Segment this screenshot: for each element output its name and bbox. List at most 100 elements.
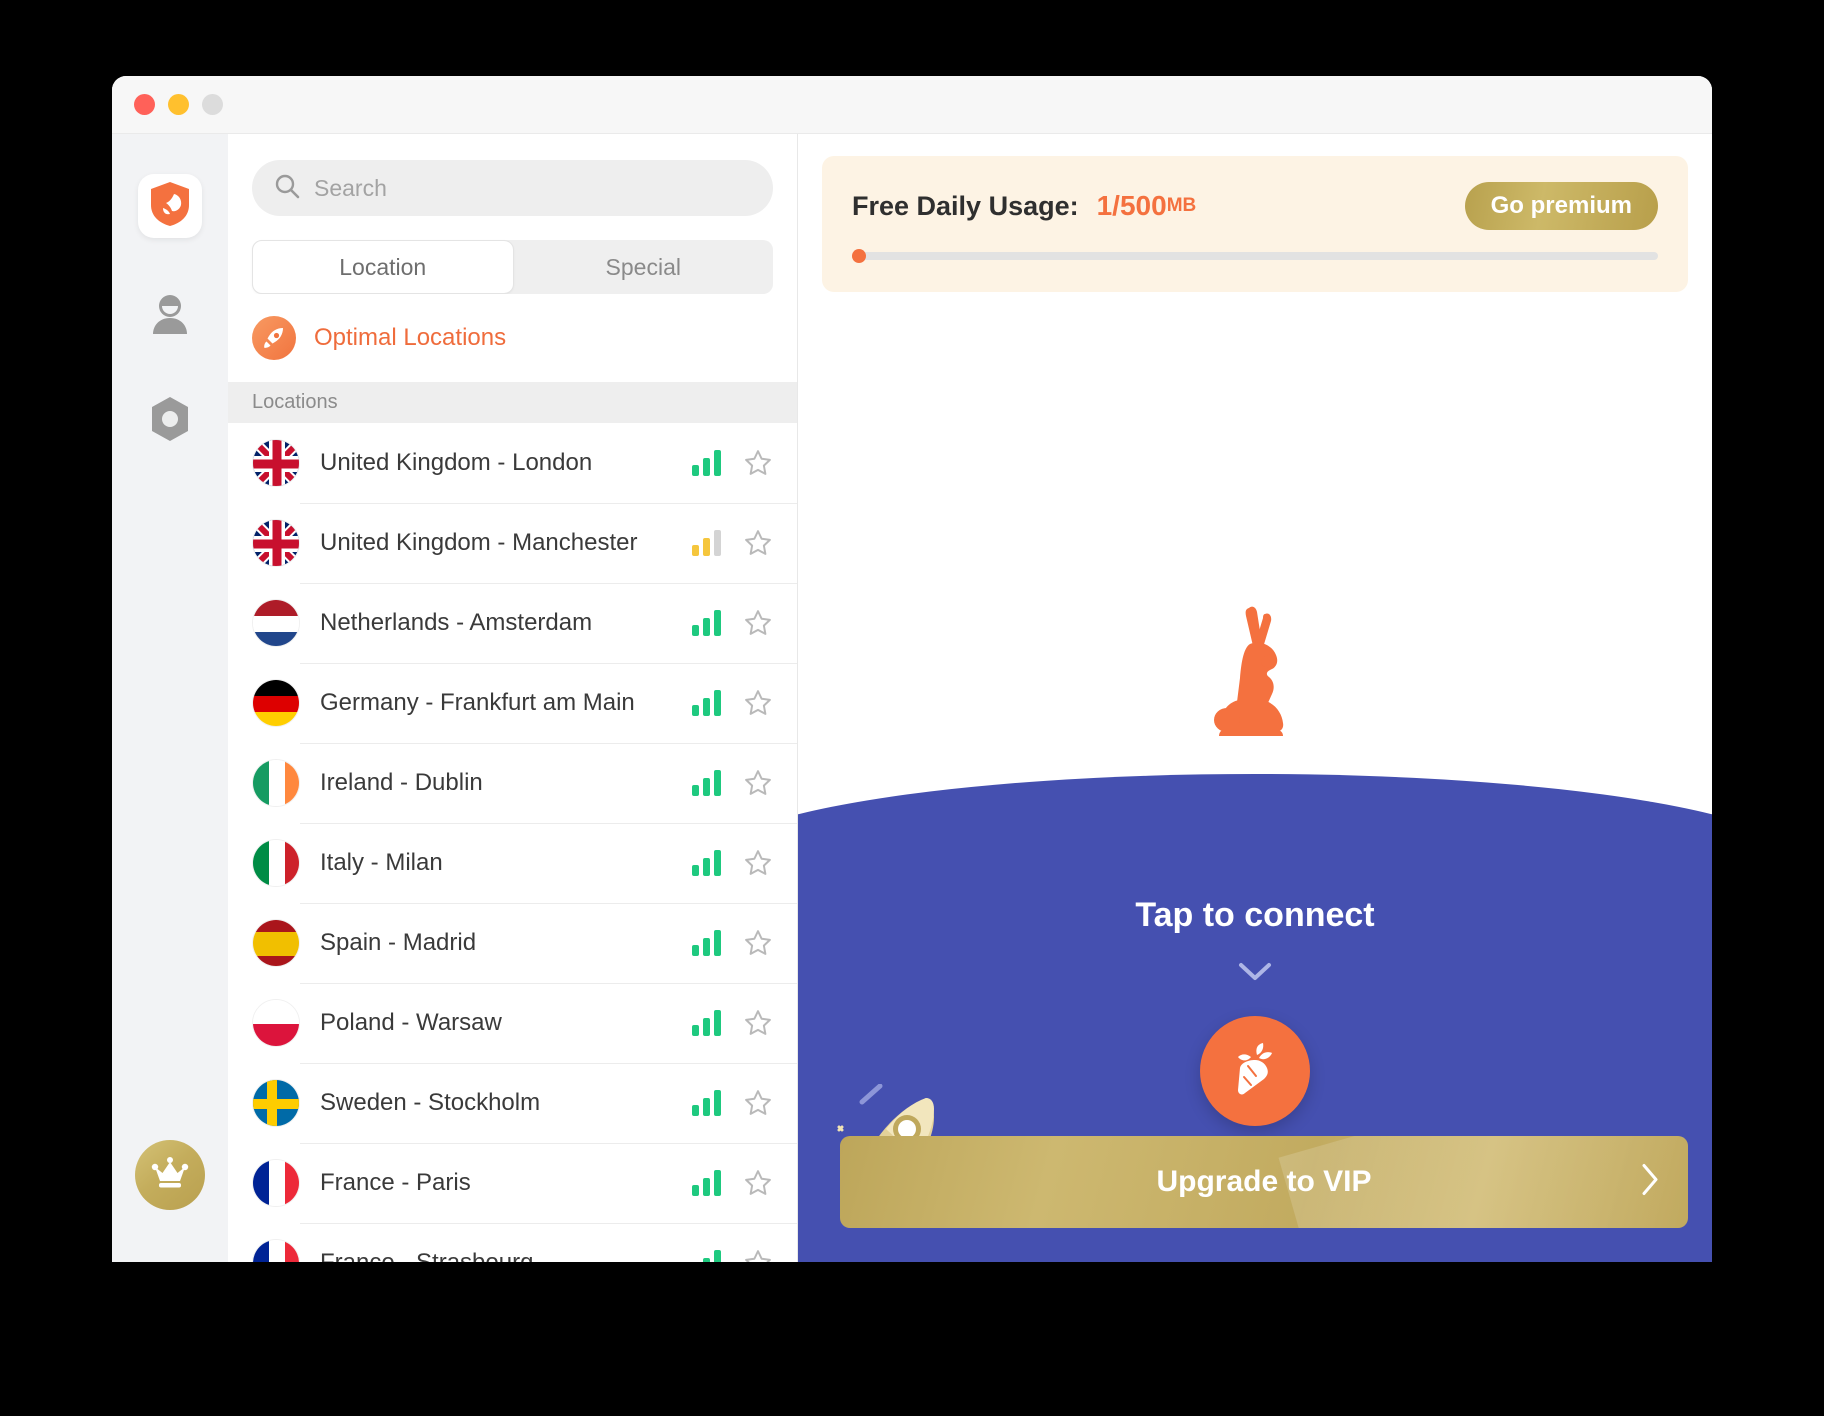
signal-strength-icon bbox=[692, 690, 721, 716]
sidebar-item-settings[interactable] bbox=[145, 396, 195, 446]
sidebar-item-vip[interactable] bbox=[135, 1140, 205, 1210]
favorite-star-icon[interactable] bbox=[743, 688, 773, 718]
signal-bar bbox=[703, 1098, 710, 1116]
carrot-icon bbox=[1227, 1041, 1283, 1102]
signal-bar bbox=[714, 610, 721, 636]
free-usage-title: Free Daily Usage: bbox=[852, 190, 1079, 221]
optimal-locations-row[interactable]: Optimal Locations bbox=[228, 294, 797, 382]
location-name: Netherlands - Amsterdam bbox=[320, 609, 593, 636]
country-flag-icon bbox=[252, 1159, 300, 1207]
signal-bar bbox=[692, 1025, 699, 1036]
optimal-locations-label: Optimal Locations bbox=[314, 324, 507, 351]
location-row[interactable]: France - Strasbourg bbox=[228, 1223, 797, 1262]
tab-location[interactable]: Location bbox=[252, 240, 514, 294]
favorite-star-icon[interactable] bbox=[743, 1008, 773, 1038]
location-name: Germany - Frankfurt am Main bbox=[320, 689, 635, 716]
free-usage-progress-fill bbox=[852, 249, 866, 263]
signal-bar bbox=[692, 625, 699, 636]
connect-button[interactable] bbox=[1200, 1016, 1310, 1126]
app-window: Location Special Optimal Locations Locat… bbox=[112, 76, 1712, 1262]
location-row[interactable]: Germany - Frankfurt am Main bbox=[228, 663, 797, 743]
view-tabs: Location Special bbox=[252, 240, 773, 294]
favorite-star-icon[interactable] bbox=[743, 1248, 773, 1262]
rabbit-icon bbox=[1203, 604, 1307, 759]
favorite-star-icon[interactable] bbox=[743, 448, 773, 478]
close-button[interactable] bbox=[134, 94, 155, 115]
country-flag-icon bbox=[252, 919, 300, 967]
signal-bar bbox=[703, 618, 710, 636]
location-name: France - Strasbourg bbox=[320, 1249, 692, 1262]
crown-icon bbox=[151, 1156, 189, 1195]
country-flag-icon bbox=[252, 1079, 300, 1127]
signal-bar bbox=[703, 698, 710, 716]
sidebar-item-home[interactable] bbox=[138, 174, 202, 238]
signal-strength-icon bbox=[692, 610, 721, 636]
signal-strength-icon bbox=[692, 930, 721, 956]
signal-strength-icon bbox=[692, 1170, 721, 1196]
location-row[interactable]: United Kingdom - London bbox=[228, 423, 797, 503]
free-usage-unit: MB bbox=[1166, 195, 1197, 216]
favorite-star-icon[interactable] bbox=[743, 1168, 773, 1198]
country-flag-icon bbox=[252, 999, 300, 1047]
signal-bar bbox=[714, 930, 721, 956]
favorite-star-icon[interactable] bbox=[743, 528, 773, 558]
go-premium-button[interactable]: Go premium bbox=[1464, 182, 1658, 230]
favorite-star-icon[interactable] bbox=[743, 768, 773, 798]
upgrade-vip-banner[interactable]: Upgrade to VIP bbox=[837, 1083, 1688, 1228]
locations-section-header: Locations bbox=[228, 382, 797, 423]
shield-rabbit-icon bbox=[149, 181, 191, 232]
search-box[interactable] bbox=[252, 160, 773, 216]
hex-gear-icon bbox=[148, 395, 192, 448]
signal-bar bbox=[714, 450, 721, 476]
country-flag-icon bbox=[252, 839, 300, 887]
location-row[interactable]: Ireland - Dublin bbox=[228, 743, 797, 823]
minimize-button[interactable] bbox=[168, 94, 189, 115]
country-flag-icon bbox=[252, 679, 300, 727]
signal-strength-icon bbox=[692, 770, 721, 796]
rocket-icon bbox=[252, 316, 296, 360]
signal-bar bbox=[714, 1250, 721, 1262]
locations-list[interactable]: United Kingdom - London United Kingdom -… bbox=[228, 423, 797, 1262]
window-body: Location Special Optimal Locations Locat… bbox=[112, 134, 1712, 1262]
country-flag-icon bbox=[252, 519, 300, 567]
favorite-star-icon[interactable] bbox=[743, 1088, 773, 1118]
location-name: United Kingdom - Manchester bbox=[320, 529, 638, 556]
favorite-star-icon[interactable] bbox=[743, 848, 773, 878]
signal-strength-icon bbox=[692, 530, 721, 556]
location-name: Ireland - Dublin bbox=[320, 769, 483, 796]
free-usage-card: Free Daily Usage: 1/500 MB Go premium bbox=[822, 156, 1688, 292]
signal-bar bbox=[692, 465, 699, 476]
location-row[interactable]: Sweden - Stockholm bbox=[228, 1063, 797, 1143]
signal-bar bbox=[692, 945, 699, 956]
signal-strength-icon bbox=[692, 450, 721, 476]
screen: Location Special Optimal Locations Locat… bbox=[0, 0, 1824, 1416]
signal-bar bbox=[703, 938, 710, 956]
sidebar-item-account[interactable] bbox=[145, 292, 195, 342]
chevron-down-icon[interactable] bbox=[1238, 962, 1272, 987]
signal-bar bbox=[703, 538, 710, 556]
favorite-star-icon[interactable] bbox=[743, 608, 773, 638]
signal-bar bbox=[714, 530, 721, 556]
signal-bar bbox=[703, 1258, 710, 1262]
signal-bar bbox=[692, 865, 699, 876]
location-row[interactable]: United Kingdom - Manchester bbox=[228, 503, 797, 583]
free-usage-value: 1/500 bbox=[1096, 190, 1167, 221]
location-row[interactable]: France - Paris bbox=[228, 1143, 797, 1223]
signal-bar bbox=[692, 705, 699, 716]
location-name: Spain - Madrid bbox=[320, 929, 477, 956]
location-row[interactable]: Poland - Warsaw bbox=[228, 983, 797, 1063]
location-row[interactable]: Spain - Madrid bbox=[228, 903, 797, 983]
signal-bar bbox=[714, 770, 721, 796]
favorite-star-icon[interactable] bbox=[743, 928, 773, 958]
tab-special[interactable]: Special bbox=[514, 240, 774, 294]
location-row[interactable]: Italy - Milan bbox=[228, 823, 797, 903]
signal-bar bbox=[703, 1018, 710, 1036]
signal-bar bbox=[703, 778, 710, 796]
zoom-button[interactable] bbox=[202, 94, 223, 115]
signal-strength-icon bbox=[692, 1250, 721, 1262]
search-input[interactable] bbox=[314, 174, 751, 202]
upgrade-vip-button[interactable]: Upgrade to VIP bbox=[840, 1136, 1688, 1228]
location-row[interactable]: Netherlands - Amsterdam bbox=[228, 583, 797, 663]
signal-bar bbox=[714, 850, 721, 876]
search-icon bbox=[274, 173, 300, 204]
